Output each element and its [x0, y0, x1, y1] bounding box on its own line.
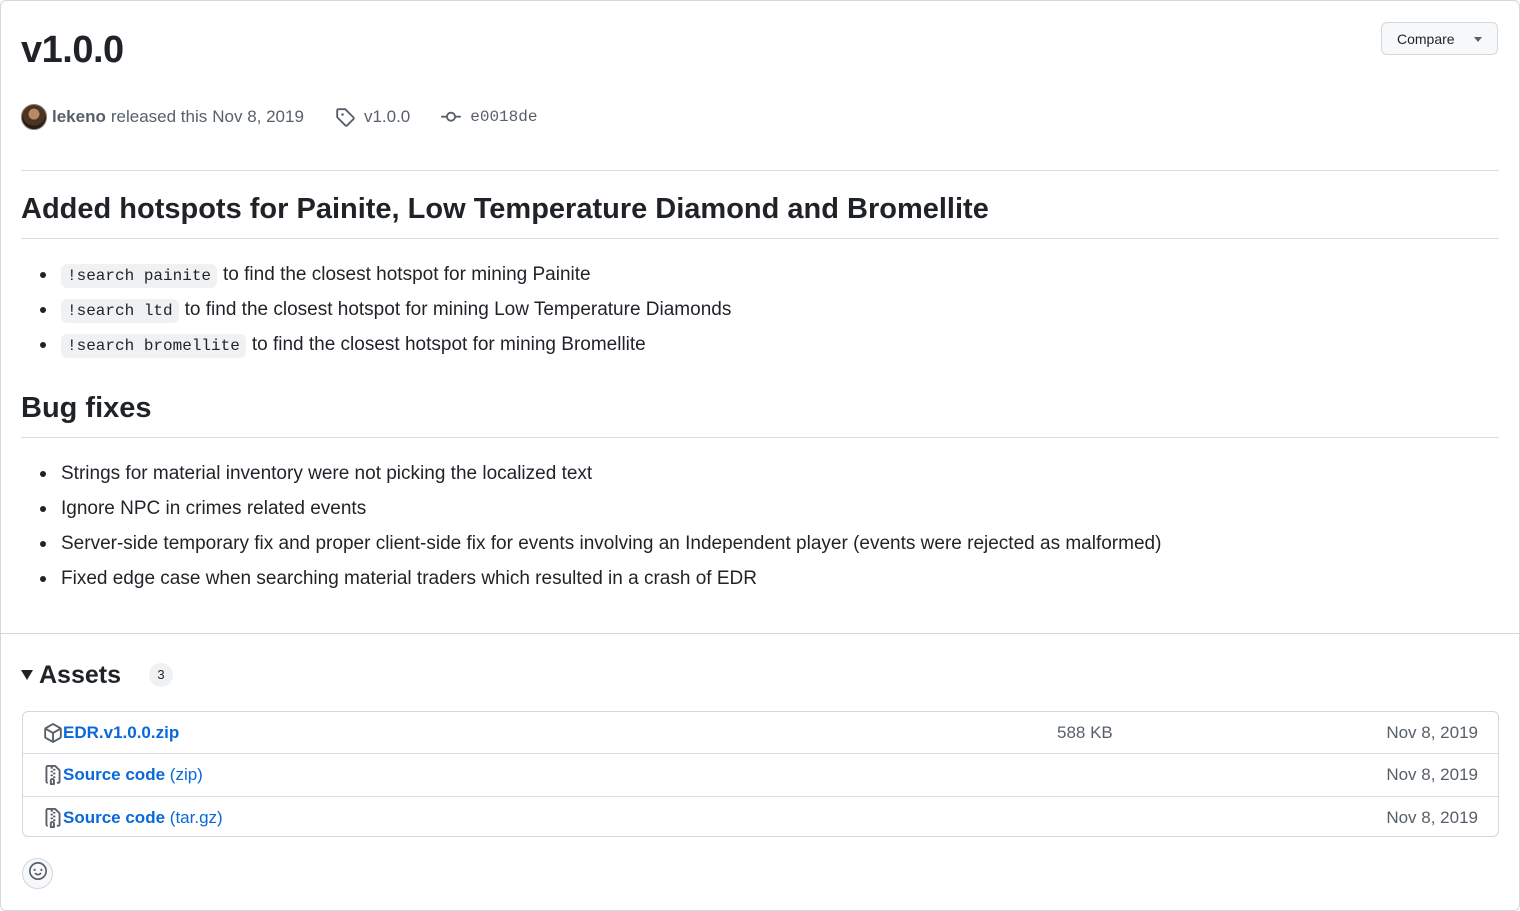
list-item: !search ltd to find the closest hotspot f…	[21, 292, 731, 327]
asset-date: Nov 8, 2019	[1386, 723, 1478, 742]
asset-format: (tar.gz)	[169, 807, 223, 827]
asset-link[interactable]: Source code (tar.gz)	[63, 808, 223, 828]
list-item-text: to find the closest hotspot for mining P…	[223, 264, 591, 285]
asset-name: EDR.v1.0.0.zip	[63, 723, 180, 742]
meta-divider	[21, 170, 1499, 171]
hotspots-list: !search painite to find the closest hotsp…	[21, 257, 731, 362]
command-code: !search painite	[61, 264, 218, 288]
release-meta: lekeno released this Nov 8, 2019 v1.0.0 …	[21, 102, 537, 132]
smiley-icon	[28, 862, 47, 885]
asset-name: Source code	[63, 765, 166, 785]
release-card: v1.0.0 Compare lekeno released this Nov …	[0, 0, 1520, 911]
triangle-down-icon	[1474, 37, 1482, 42]
command-code: !search ltd	[61, 299, 179, 323]
list-item: !search bromellite to find the closest ho…	[21, 327, 731, 362]
command-code: !search bromellite	[61, 334, 246, 358]
release-date: Nov 8, 2019	[212, 107, 304, 126]
list-item: Server-side temporary fix and proper cli…	[21, 526, 1161, 561]
asset-date: Nov 8, 2019	[1386, 765, 1478, 785]
list-item: Fixed edge case when searching material …	[21, 561, 1161, 596]
tag-icon	[334, 106, 356, 128]
compare-label: Compare	[1397, 30, 1455, 47]
assets-toggle[interactable]: Assets 3	[21, 657, 173, 693]
assets-divider	[1, 633, 1519, 634]
avatar[interactable]	[21, 104, 47, 130]
asset-size: 588 KB	[1057, 723, 1113, 742]
section-heading-hotspots: Added hotspots for Painite, Low Temperat…	[21, 193, 989, 225]
list-item: Ignore NPC in crimes related events	[21, 491, 1161, 526]
author-link[interactable]: lekeno	[52, 107, 106, 127]
list-item-text: to find the closest hotspot for mining B…	[251, 334, 646, 355]
package-icon	[43, 723, 63, 743]
asset-name: Source code	[63, 807, 166, 827]
asset-link[interactable]: EDR.v1.0.0.zip	[63, 723, 179, 743]
bug-fixes-list: Strings for material inventory were not …	[21, 456, 1161, 596]
asset-date: Nov 8, 2019	[1386, 807, 1478, 827]
heading-divider	[21, 437, 1499, 438]
tag-link[interactable]: v1.0.0	[364, 107, 410, 127]
asset-row: EDR.v1.0.0.zip 588 KB Nov 8, 2019	[23, 712, 1498, 755]
assets-title: Assets	[39, 660, 121, 689]
list-item: !search painite to find the closest hotsp…	[21, 257, 731, 292]
released-text: released this	[110, 107, 208, 126]
assets-list: EDR.v1.0.0.zip 588 KB Nov 8, 2019 Source…	[22, 711, 1499, 837]
asset-link[interactable]: Source code (zip)	[63, 765, 203, 785]
release-title[interactable]: v1.0.0	[21, 29, 124, 72]
asset-row: Source code (tar.gz) Nov 8, 2019	[23, 797, 1498, 836]
heading-divider	[21, 238, 1499, 239]
add-reaction-button[interactable]	[22, 858, 53, 889]
triangle-down-icon	[21, 670, 33, 680]
commit-link[interactable]: e0018de	[470, 108, 537, 126]
assets-count-badge: 3	[149, 663, 173, 687]
list-item: Strings for material inventory were not …	[21, 456, 1161, 491]
file-zip-icon	[43, 765, 63, 786]
section-heading-bug-fixes: Bug fixes	[21, 392, 152, 424]
asset-format: (zip)	[169, 765, 203, 785]
compare-button[interactable]: Compare	[1381, 22, 1498, 55]
file-zip-icon	[43, 807, 63, 828]
list-item-text: to find the closest hotspot for mining L…	[184, 299, 732, 320]
git-commit-icon	[440, 106, 462, 128]
asset-row: Source code (zip) Nov 8, 2019	[23, 754, 1498, 797]
